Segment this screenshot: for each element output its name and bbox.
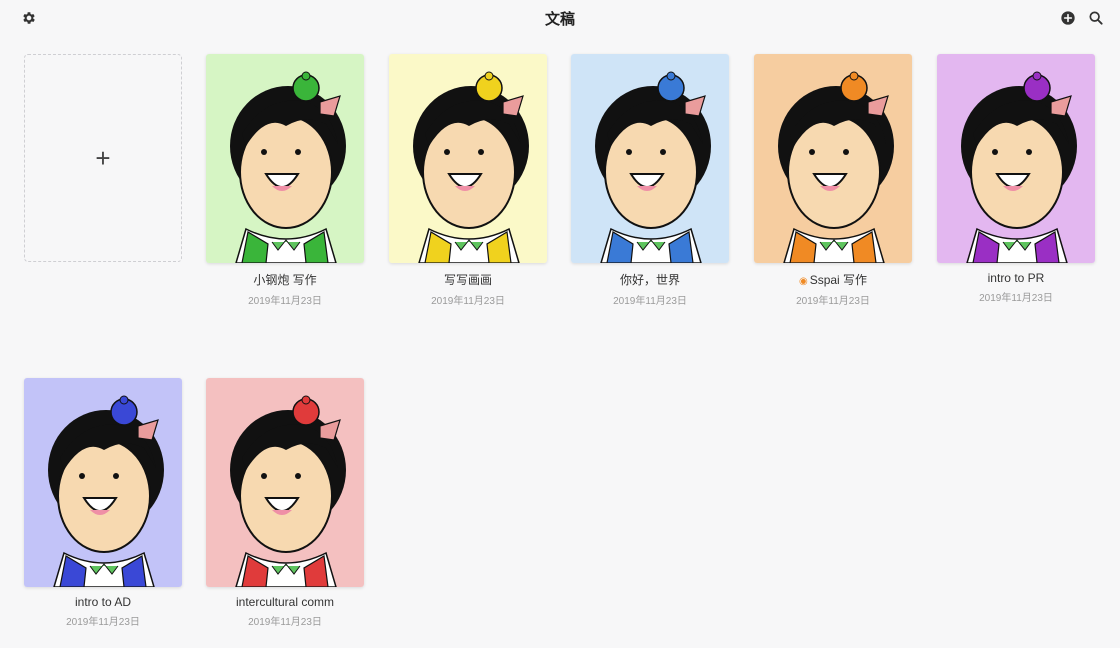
- document-title: 你好，世界: [571, 271, 729, 288]
- document-title: ◉ Sspai 写作: [754, 271, 912, 288]
- document-title-text: intro to PR: [987, 271, 1045, 285]
- document-card[interactable]: ◉ Sspai 写作 2019年11月23日: [754, 54, 912, 307]
- document-title-text: intercultural comm: [235, 595, 335, 609]
- page-title: 文稿: [544, 11, 575, 28]
- document-date: 2019年11月23日: [979, 293, 1053, 304]
- new-document-button[interactable]: +: [24, 54, 182, 262]
- document-date: 2019年11月23日: [613, 296, 687, 307]
- document-date: 2019年11月23日: [248, 296, 322, 307]
- document-thumbnail[interactable]: [206, 54, 364, 263]
- document-title-text: 你好，世界: [619, 273, 680, 287]
- document-title: intro to AD: [24, 595, 182, 609]
- eye-icon: ◉: [798, 276, 808, 287]
- document-title: 写写画画: [389, 271, 547, 288]
- document-title-text: Sspai 写作: [809, 273, 868, 287]
- document-title: intro to PR: [937, 271, 1095, 285]
- document-thumbnail[interactable]: [754, 54, 912, 263]
- document-title-text: 小钢炮 写作: [253, 273, 317, 287]
- document-card[interactable]: 写写画画 2019年11月23日: [389, 54, 547, 307]
- document-card[interactable]: intro to PR 2019年11月23日: [937, 54, 1095, 304]
- document-date: 2019年11月23日: [66, 617, 140, 628]
- document-date: 2019年11月23日: [796, 296, 870, 307]
- search-icon[interactable]: [1087, 9, 1105, 27]
- document-thumbnail[interactable]: [571, 54, 729, 263]
- document-title: 小钢炮 写作: [206, 271, 364, 288]
- document-card[interactable]: intro to AD 2019年11月23日: [24, 378, 182, 628]
- document-date: 2019年11月23日: [431, 296, 505, 307]
- document-card[interactable]: intercultural comm 2019年11月23日: [206, 378, 364, 628]
- new-document-plus: +: [95, 142, 111, 173]
- document-title-text: 写写画画: [443, 273, 492, 287]
- document-card[interactable]: 小钢炮 写作 2019年11月23日: [206, 54, 364, 307]
- top-bar: 文稿: [0, 0, 1120, 36]
- document-thumbnail[interactable]: [937, 54, 1095, 263]
- plus-circle-icon[interactable]: [1059, 9, 1077, 27]
- document-thumbnail[interactable]: [389, 54, 547, 263]
- document-title: intercultural comm: [206, 595, 364, 609]
- document-card[interactable]: 你好，世界 2019年11月23日: [571, 54, 729, 307]
- document-title-text: intro to AD: [74, 595, 132, 609]
- document-thumbnail[interactable]: [206, 378, 364, 587]
- document-date: 2019年11月23日: [248, 617, 322, 628]
- document-thumbnail[interactable]: [24, 378, 182, 587]
